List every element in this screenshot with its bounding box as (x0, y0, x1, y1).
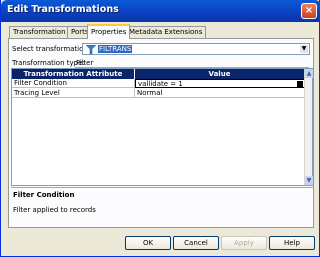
description-pane: Filter Condition Filter applied to recor… (11, 187, 313, 227)
grid-cell-value-editor[interactable]: vallidate = 1 (135, 79, 305, 88)
grid-cell-value-text: vallidate = 1 (138, 80, 183, 88)
chevron-down-icon[interactable]: ▼ (300, 45, 308, 53)
transformation-type-label: Transformation type: (12, 59, 85, 67)
edit-transformations-dialog: Edit Transformations × Transformation Po… (0, 0, 320, 257)
scroll-up-icon[interactable]: ▲ (305, 69, 313, 78)
tab-properties[interactable]: Properties (87, 24, 131, 39)
grid-cell-attribute[interactable]: Tracing Level (12, 89, 135, 98)
select-transformation-dropdown[interactable]: FILTRANS ▼ (82, 43, 310, 55)
vertical-scrollbar[interactable]: ▲ ▼ (304, 69, 313, 185)
scroll-down-icon[interactable]: ▼ (305, 176, 313, 185)
description-text: Filter applied to records (13, 206, 96, 214)
help-button[interactable]: Help (269, 236, 315, 250)
expression-editor-icon[interactable] (297, 81, 303, 87)
select-transformation-label: Select transformation: (12, 45, 91, 53)
cancel-button[interactable]: Cancel (173, 236, 219, 250)
column-header-value[interactable]: Value (135, 69, 305, 79)
title-bar[interactable]: Edit Transformations × (1, 0, 320, 22)
properties-grid: Transformation Attribute Value Filter Co… (11, 68, 313, 186)
select-transformation-value: FILTRANS (98, 45, 133, 53)
apply-button[interactable]: Apply (221, 236, 267, 250)
column-header-attribute[interactable]: Transformation Attribute (12, 69, 135, 79)
ok-button[interactable]: OK (125, 236, 171, 250)
filter-icon (86, 45, 96, 54)
description-title: Filter Condition (13, 191, 75, 199)
close-button[interactable]: × (301, 3, 317, 19)
grid-cell-attribute[interactable]: Filter Condition (12, 79, 135, 88)
transformation-type-value: Filter (76, 59, 94, 67)
grid-cell-value[interactable]: Normal (135, 89, 305, 98)
window-title: Edit Transformations (7, 4, 119, 15)
properties-panel: Select transformation: FILTRANS ▼ Transf… (8, 38, 314, 228)
